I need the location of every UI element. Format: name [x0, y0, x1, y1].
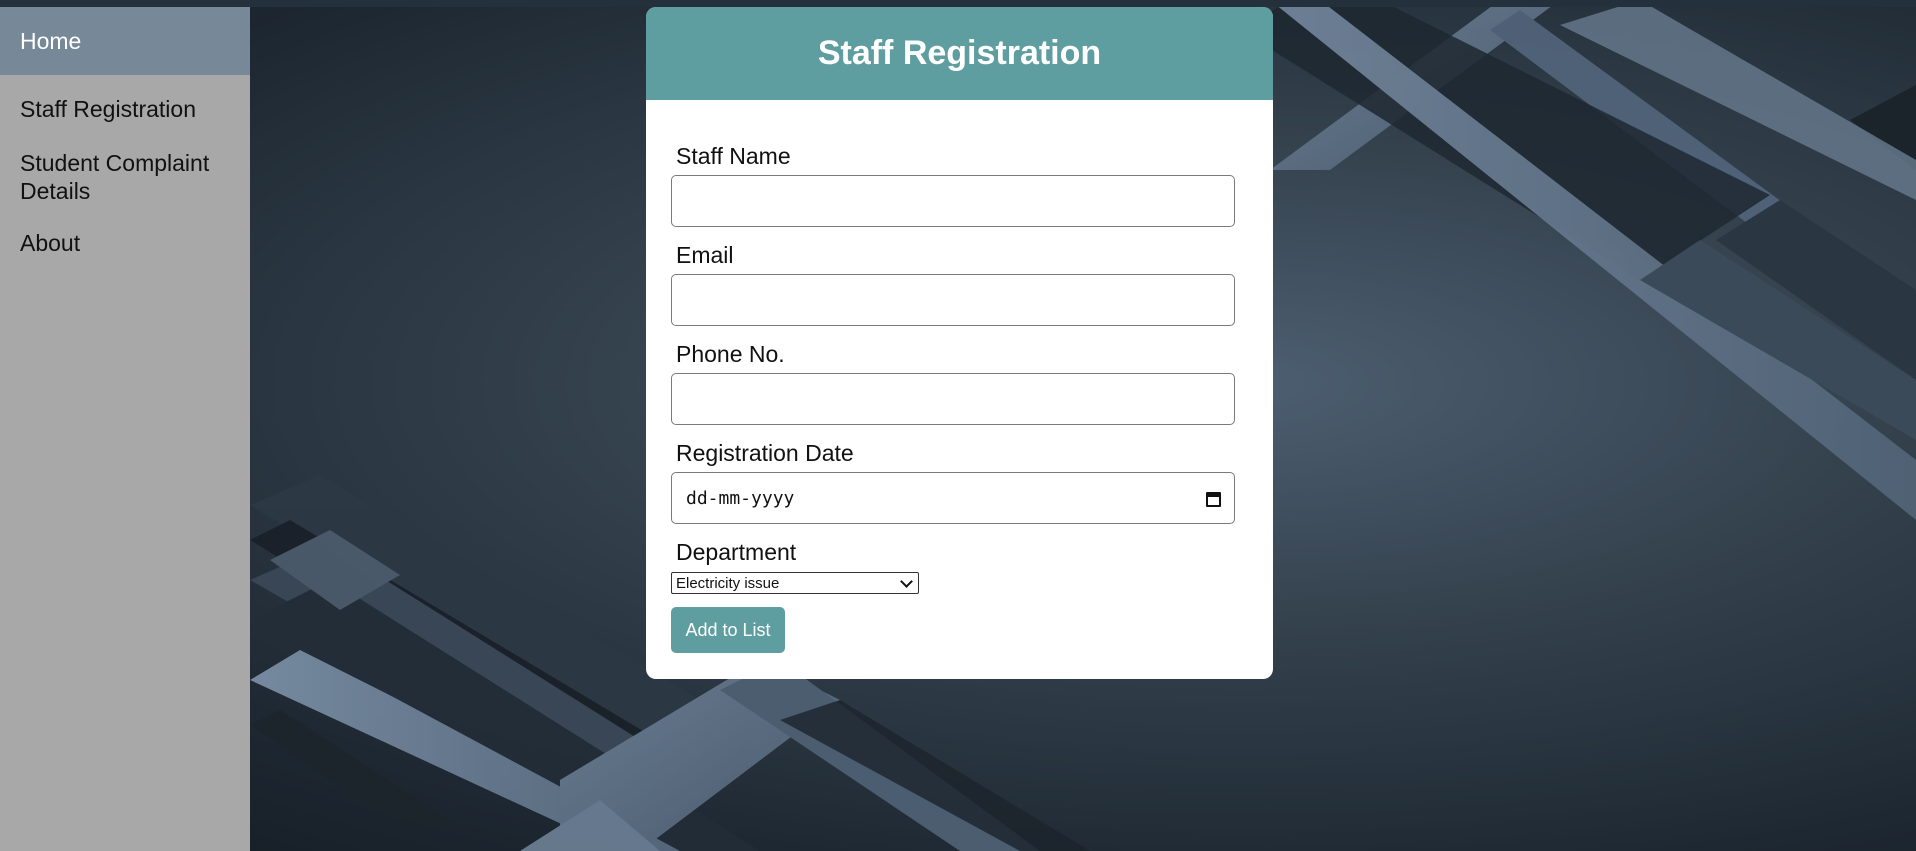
phone-label: Phone No.	[676, 341, 785, 367]
form-title: Staff Registration	[817, 34, 1102, 72]
sidebar-item-about[interactable]: About	[0, 217, 250, 269]
staff-name-label: Staff Name	[676, 143, 791, 169]
sidebar-item-student-complaint-details[interactable]: Student Complaint Details	[0, 143, 250, 217]
card-header: Staff Registration	[646, 7, 1273, 100]
sidebar: Home Staff Registration Student Complain…	[0, 7, 250, 851]
email-label: Email	[676, 242, 734, 268]
sidebar-item-home[interactable]: Home	[0, 7, 250, 75]
calendar-icon[interactable]	[1206, 490, 1221, 507]
top-strip	[0, 0, 1916, 7]
department-label: Department	[676, 539, 797, 565]
phone-input[interactable]	[671, 373, 1235, 425]
add-to-list-button[interactable]: Add to List	[671, 607, 785, 653]
sidebar-item-label: Student Complaint Details	[20, 150, 210, 204]
email-input[interactable]	[671, 274, 1235, 326]
department-select[interactable]: Electricity issue	[671, 572, 919, 594]
sidebar-item-label: Staff Registration	[20, 96, 197, 122]
sidebar-item-label: About	[20, 230, 81, 256]
chevron-down-icon	[900, 574, 913, 588]
staff-registration-form: Staff Name Email Phone No. Registration …	[646, 100, 1273, 653]
registration-date-input[interactable]: dd-mm-yyyy	[671, 472, 1235, 524]
staff-registration-card: Staff Registration Staff Name Email Phon…	[646, 7, 1273, 679]
sidebar-item-label: Home	[20, 28, 82, 54]
date-placeholder: dd-mm-yyyy	[686, 487, 795, 509]
department-selected-value: Electricity issue	[676, 574, 780, 592]
staff-name-input[interactable]	[671, 175, 1235, 227]
registration-date-label: Registration Date	[676, 440, 854, 466]
sidebar-item-staff-registration[interactable]: Staff Registration	[0, 75, 250, 143]
